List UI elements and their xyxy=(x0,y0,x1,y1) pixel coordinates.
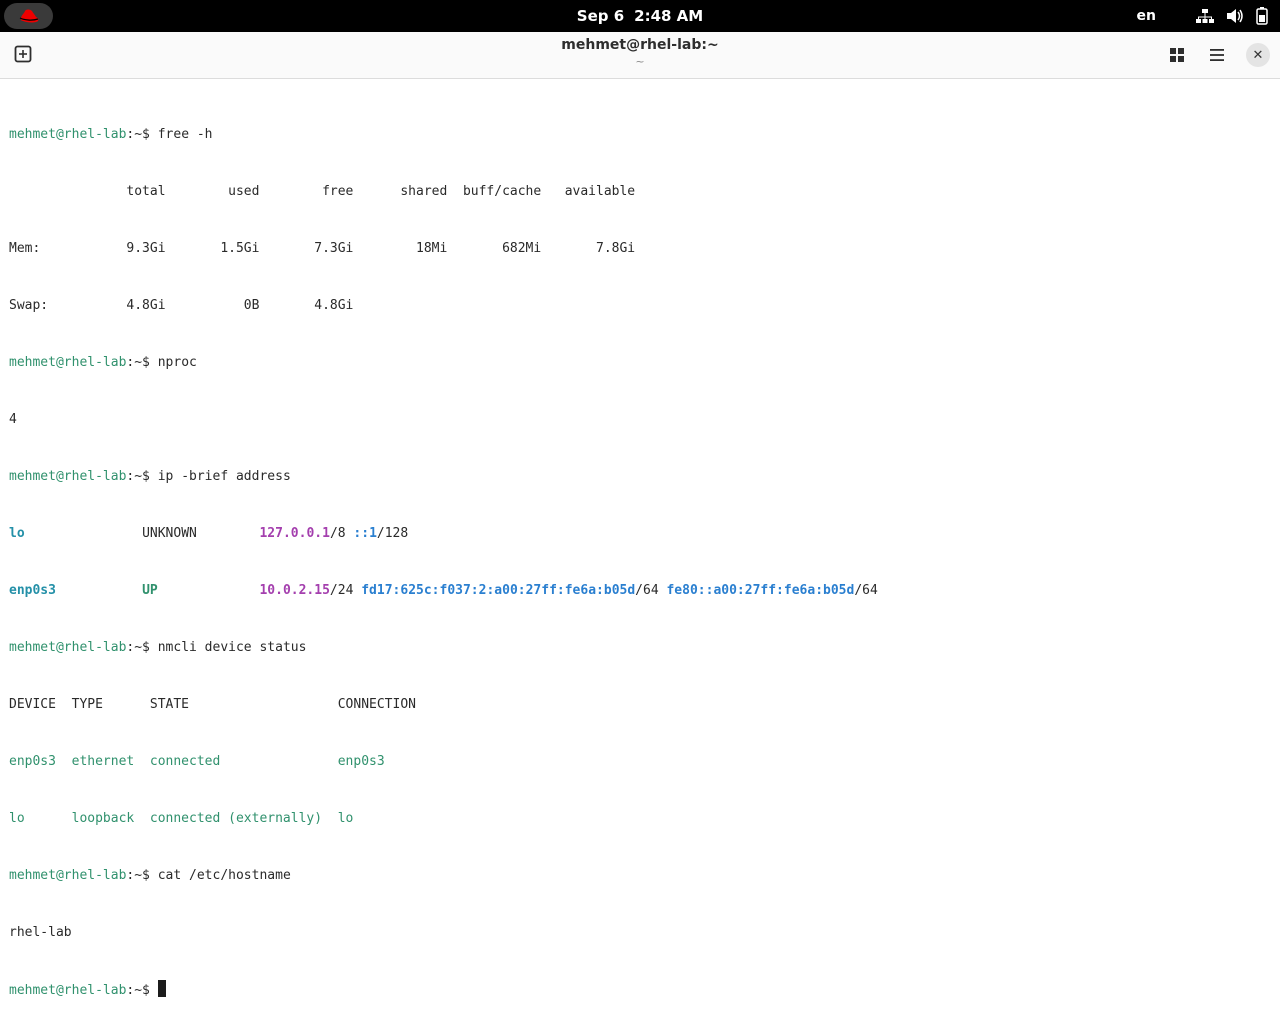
prompt-sep: :~$ xyxy=(126,127,158,142)
terminal-line: lo loopback connected (externally) lo xyxy=(9,811,354,826)
ipv6-address: ::1 xyxy=(353,526,377,541)
prefix-length: /64 xyxy=(854,583,878,598)
terminal-line: total used free shared buff/cache availa… xyxy=(9,184,636,199)
prompt-sep: :~$ xyxy=(126,355,158,370)
text-cursor xyxy=(157,980,166,997)
terminal-line: enp0s3 UP 10.0.2.15/24 fd17:625c:f037:2:… xyxy=(9,581,878,600)
command-text: free -h xyxy=(157,127,213,142)
terminal-line: 4 xyxy=(9,412,17,427)
clock[interactable]: Sep 6 2:48 AM xyxy=(0,0,1280,32)
tab-overview-button[interactable] xyxy=(1164,42,1190,68)
terminal-line: lo UNKNOWN 127.0.0.1/8 ::1/128 xyxy=(9,524,878,543)
prompt-user: mehmet@rhel-lab xyxy=(9,127,127,142)
grid-icon xyxy=(1170,48,1184,62)
ipv4-address: 127.0.0.1 xyxy=(259,526,330,541)
prefix-length: /128 xyxy=(376,526,409,541)
hamburger-menu-icon xyxy=(1210,49,1224,61)
top-bar: Sep 6 2:48 AM en xyxy=(0,0,1280,32)
time-label: 2:48 AM xyxy=(634,7,704,25)
terminal-line: mehmet@rhel-lab:~$ ip -brief address xyxy=(9,467,878,486)
command-text: nmcli device status xyxy=(157,640,307,655)
ipv4-address: 10.0.2.15 xyxy=(259,583,330,598)
prompt-sep: :~$ xyxy=(126,983,158,998)
terminal-output[interactable]: mehmet@rhel-lab:~$ free -h total used fr… xyxy=(9,87,878,1018)
iface-state: UNKNOWN xyxy=(142,526,197,541)
terminal-line: mehmet@rhel-lab:~$ free -h xyxy=(9,125,878,144)
system-tray[interactable]: en xyxy=(1137,0,1268,32)
terminal-line: rhel-lab xyxy=(9,925,72,940)
ipv6-address: fd17:625c:f037:2:a00:27ff:fe6a:b05d xyxy=(361,583,636,598)
terminal-headerbar: mehmet@rhel-lab:~ ~ xyxy=(0,32,1280,79)
battery-icon[interactable] xyxy=(1256,7,1268,25)
prompt-user: mehmet@rhel-lab xyxy=(9,469,127,484)
prompt-sep: :~$ xyxy=(126,868,158,883)
language-indicator[interactable]: en xyxy=(1137,8,1156,24)
prompt-user: mehmet@rhel-lab xyxy=(9,640,127,655)
window-title: mehmet@rhel-lab:~ xyxy=(561,37,719,53)
command-text: nproc xyxy=(157,355,197,370)
prompt-sep: :~$ xyxy=(126,640,158,655)
terminal-line: enp0s3 ethernet connected enp0s3 xyxy=(9,754,385,769)
close-icon: ✕ xyxy=(1252,47,1264,63)
ipv6-address: fe80::a00:27ff:fe6a:b05d xyxy=(666,583,855,598)
network-icon[interactable] xyxy=(1196,8,1214,24)
command-text: ip -brief address xyxy=(157,469,291,484)
iface-name: lo xyxy=(9,526,25,541)
date-label: Sep 6 xyxy=(576,7,625,25)
prefix-length: /24 xyxy=(329,583,362,598)
prompt-sep: :~$ xyxy=(126,469,158,484)
prefix-length: /64 xyxy=(635,583,667,598)
terminal-line: mehmet@rhel-lab:~$ xyxy=(9,980,878,999)
iface-name: enp0s3 xyxy=(9,583,56,598)
window-subtitle: ~ xyxy=(635,55,645,68)
terminal-line: Swap: 4.8Gi 0B 4.8Gi xyxy=(9,298,354,313)
terminal-line: DEVICE TYPE STATE CONNECTION xyxy=(9,697,416,712)
command-text: cat /etc/hostname xyxy=(157,868,291,883)
volume-icon[interactable] xyxy=(1226,8,1244,24)
terminal-line: mehmet@rhel-lab:~$ cat /etc/hostname xyxy=(9,866,878,885)
prompt-user: mehmet@rhel-lab xyxy=(9,355,127,370)
terminal-line: mehmet@rhel-lab:~$ nproc xyxy=(9,353,878,372)
main-menu-button[interactable] xyxy=(1204,42,1230,68)
terminal-line: mehmet@rhel-lab:~$ nmcli device status xyxy=(9,638,878,657)
iface-state: UP xyxy=(142,583,158,598)
prefix-length: /8 xyxy=(329,526,354,541)
terminal-line: Mem: 9.3Gi 1.5Gi 7.3Gi 18Mi 682Mi 7.8Gi xyxy=(9,241,636,256)
prompt-user: mehmet@rhel-lab xyxy=(9,868,127,883)
prompt-user: mehmet@rhel-lab xyxy=(9,983,127,998)
close-button[interactable]: ✕ xyxy=(1246,43,1270,67)
